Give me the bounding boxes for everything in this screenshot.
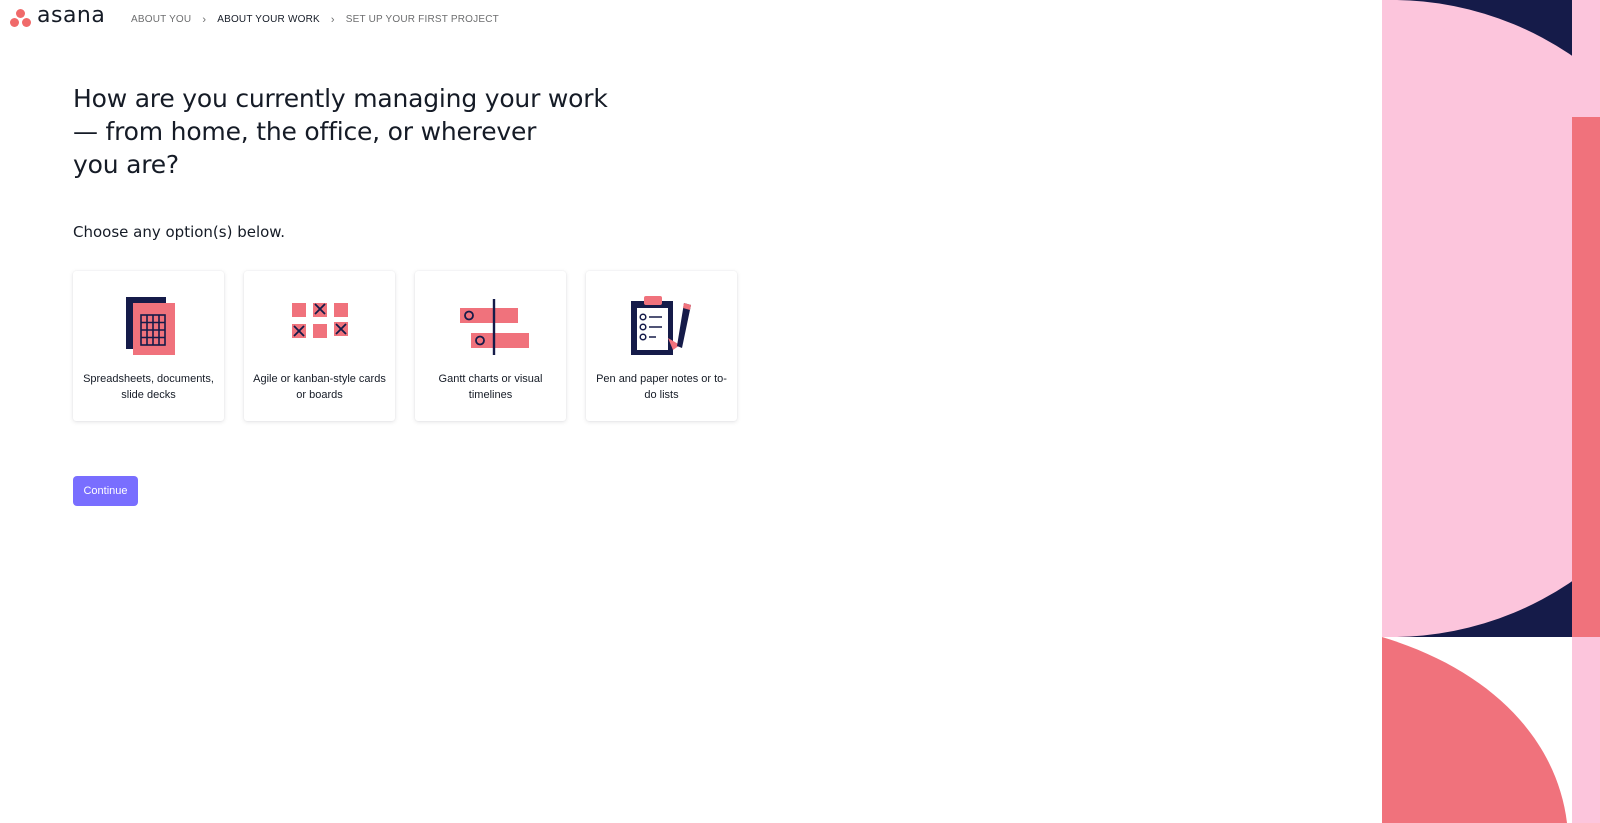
onboarding-page: asana ABOUT YOU › ABOUT YOUR WORK › SET … (0, 0, 1600, 823)
options-list: Spreadsheets, documents, slide decks Agi… (73, 271, 737, 421)
option-card-gantt[interactable]: Gantt charts or visual timelines (415, 271, 566, 421)
kanban-board-icon (291, 303, 348, 338)
chevron-right-icon: › (202, 13, 207, 26)
chevron-right-icon: › (330, 13, 335, 26)
breadcrumb-about-your-work[interactable]: ABOUT YOUR WORK (217, 14, 320, 25)
decorative-art (1382, 0, 1600, 823)
breadcrumb: ABOUT YOU › ABOUT YOUR WORK › SET UP YOU… (131, 14, 499, 25)
clipboard-pencil-icon (630, 296, 691, 355)
option-label: Spreadsheets, documents, slide decks (83, 373, 214, 401)
asana-dots-icon (10, 8, 32, 28)
top-header: asana ABOUT YOU › ABOUT YOUR WORK › SET … (0, 0, 1380, 40)
page-title-line-3: you are? (73, 150, 179, 179)
option-label: Agile or kanban-style cards or boards (253, 373, 386, 401)
instructions-text: Choose any option(s) below. (73, 223, 285, 241)
option-card-pen-paper[interactable]: Pen and paper notes or to-do lists (586, 271, 737, 421)
breadcrumb-set-up-project[interactable]: SET UP YOUR FIRST PROJECT (346, 14, 499, 25)
option-label: Pen and paper notes or to-do lists (596, 373, 727, 401)
spreadsheet-icon (125, 297, 175, 355)
option-label: Gantt charts or visual timelines (438, 373, 543, 401)
continue-button[interactable]: Continue (73, 476, 138, 506)
gantt-chart-icon (459, 299, 529, 355)
option-card-kanban[interactable]: Agile or kanban-style cards or boards (244, 271, 395, 421)
page-title-line-1: How are you currently managing your work (73, 84, 608, 113)
page-title: How are you currently managing your work… (73, 82, 613, 181)
asana-logo[interactable]: asana (10, 3, 106, 28)
page-title-line-2: — from home, the office, or wherever (73, 117, 537, 146)
brand-name: asana (37, 3, 106, 28)
breadcrumb-about-you[interactable]: ABOUT YOU (131, 14, 191, 25)
option-card-spreadsheets[interactable]: Spreadsheets, documents, slide decks (73, 271, 224, 421)
